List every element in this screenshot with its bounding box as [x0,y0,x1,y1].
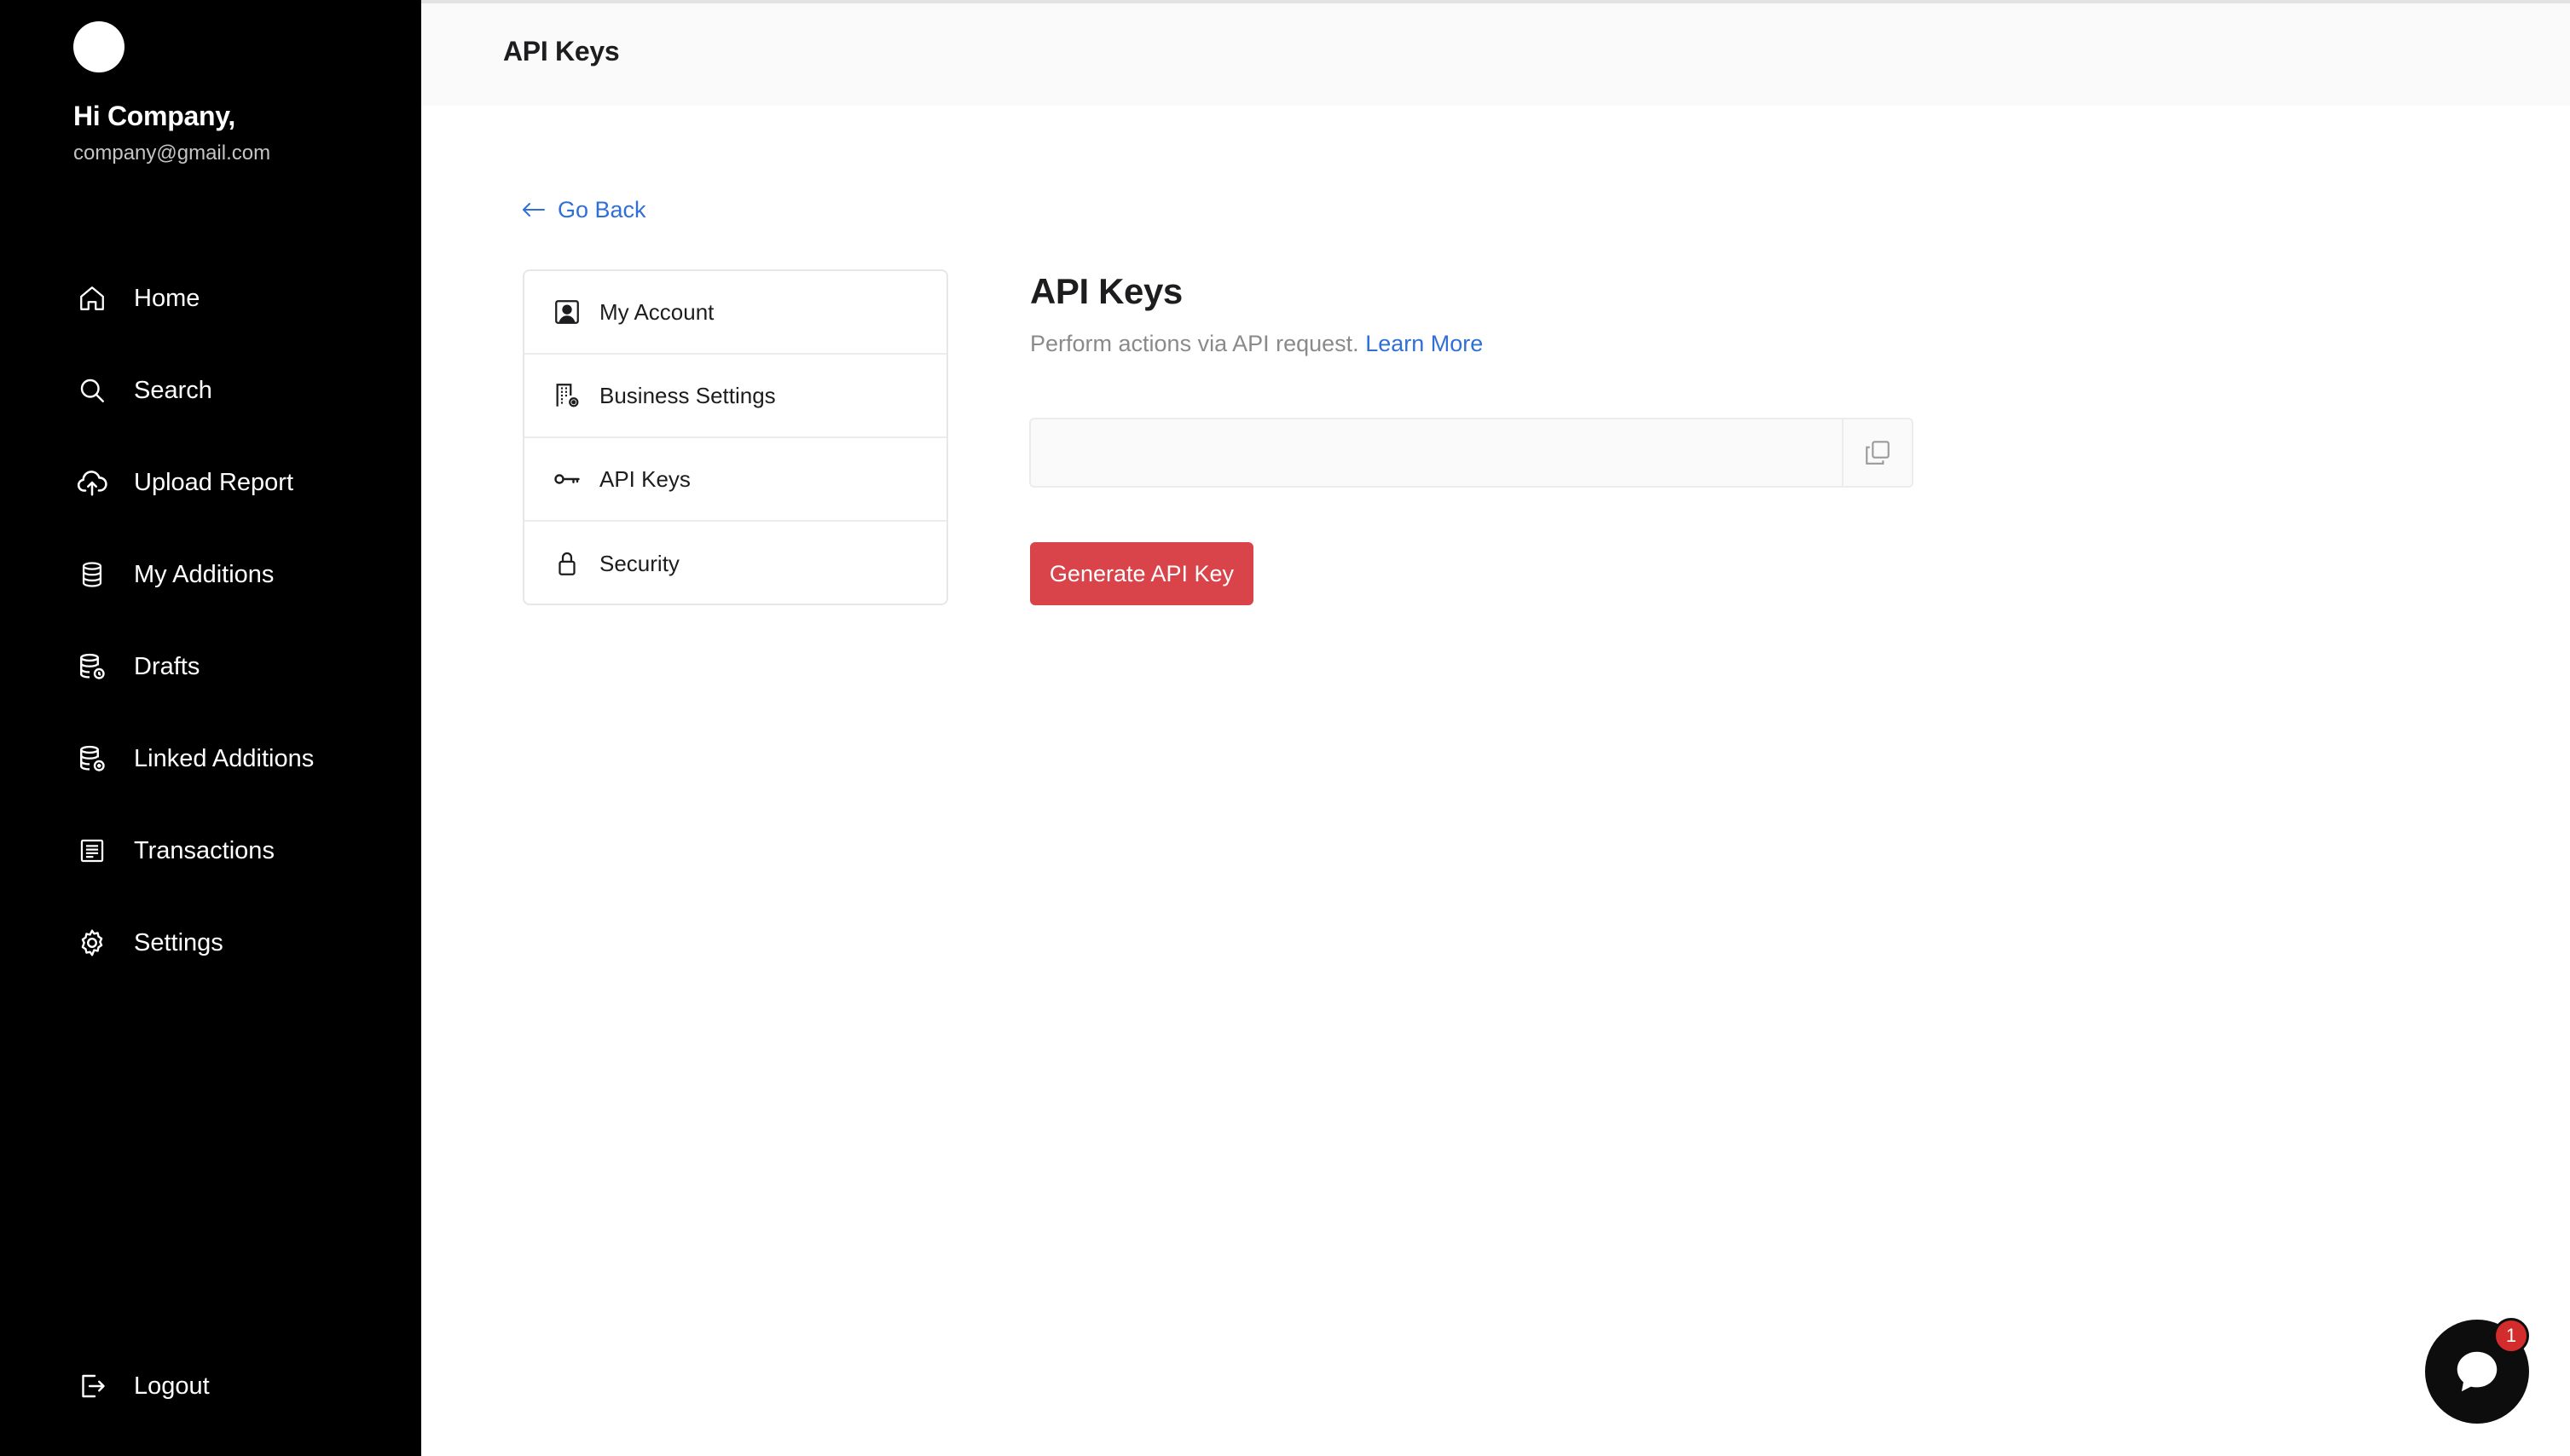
sidebar-item-linked-additions[interactable]: Linked Additions [0,725,421,793]
logout-icon [75,1369,109,1403]
search-icon [75,373,109,407]
key-icon [550,462,584,496]
sidebar: Hi Company, company@gmail.com Home Searc… [0,0,421,1456]
settings-menu-item-business-settings[interactable]: Business Settings [524,355,946,438]
learn-more-link[interactable]: Learn More [1365,331,1483,356]
settings-menu-item-api-keys[interactable]: API Keys [524,438,946,522]
api-key-input[interactable] [1031,419,1844,486]
chat-bubble-icon [2457,1351,2498,1392]
sidebar-item-label: Search [134,376,212,404]
sidebar-item-search[interactable]: Search [0,356,421,425]
sidebar-item-label: Home [134,284,200,312]
notification-badge: 1 [2493,1318,2529,1354]
logout-button[interactable]: Logout [0,1352,421,1420]
sidebar-item-label: My Additions [134,560,275,588]
generate-api-key-button[interactable]: Generate API Key [1030,542,1253,605]
app-root: Hi Company, company@gmail.com Home Searc… [0,0,2570,1456]
copy-icon [1866,441,1890,465]
go-back-link[interactable]: Go Back [522,194,646,225]
sidebar-item-drafts[interactable]: Drafts [0,633,421,701]
settings-menu-item-my-account[interactable]: My Account [524,271,946,355]
sidebar-item-label: Linked Additions [134,744,315,772]
greeting: Hi Company, [73,101,235,131]
receipt-icon [75,834,109,868]
sidebar-item-label: Settings [134,928,223,956]
sidebar-item-my-additions[interactable]: My Additions [0,540,421,609]
settings-menu-label: API Keys [599,465,691,492]
sidebar-item-upload-report[interactable]: Upload Report [0,448,421,517]
description-text: Perform actions via API request. [1030,331,1359,356]
copy-button[interactable] [1842,419,1912,486]
settings-menu-item-security[interactable]: Security [524,522,946,604]
sidebar-item-settings[interactable]: Settings [0,909,421,977]
page-title: API Keys [503,36,620,66]
api-key-field [1029,418,1913,488]
logout-label: Logout [134,1372,210,1400]
settings-menu-label: Security [599,550,680,576]
sidebar-item-label: Drafts [134,652,200,680]
database-link-icon [75,742,109,776]
building-gear-icon [550,378,584,413]
settings-menu: My Account Business Settings API Keys Se… [523,269,948,605]
avatar[interactable] [73,21,124,72]
settings-menu-label: Business Settings [599,382,776,408]
user-email: company@gmail.com [73,142,271,165]
gear-icon [75,926,109,960]
sidebar-item-label: Transactions [134,836,275,864]
top-bar: API Keys [421,0,2570,106]
arrow-left-icon [523,203,545,217]
section-title: API Keys [1030,271,1183,311]
go-back-label: Go Back [558,196,646,222]
sidebar-item-transactions[interactable]: Transactions [0,817,421,885]
lock-icon [550,546,584,581]
database-draft-icon [75,650,109,684]
cloud-upload-icon [75,465,109,500]
sidebar-item-label: Upload Report [134,468,293,496]
settings-menu-label: My Account [599,298,715,325]
section-description: Perform actions via API request. Learn M… [1030,331,1483,357]
sidebar-item-home[interactable]: Home [0,264,421,332]
user-square-icon [550,295,584,329]
database-icon [75,558,109,592]
home-icon [75,281,109,315]
